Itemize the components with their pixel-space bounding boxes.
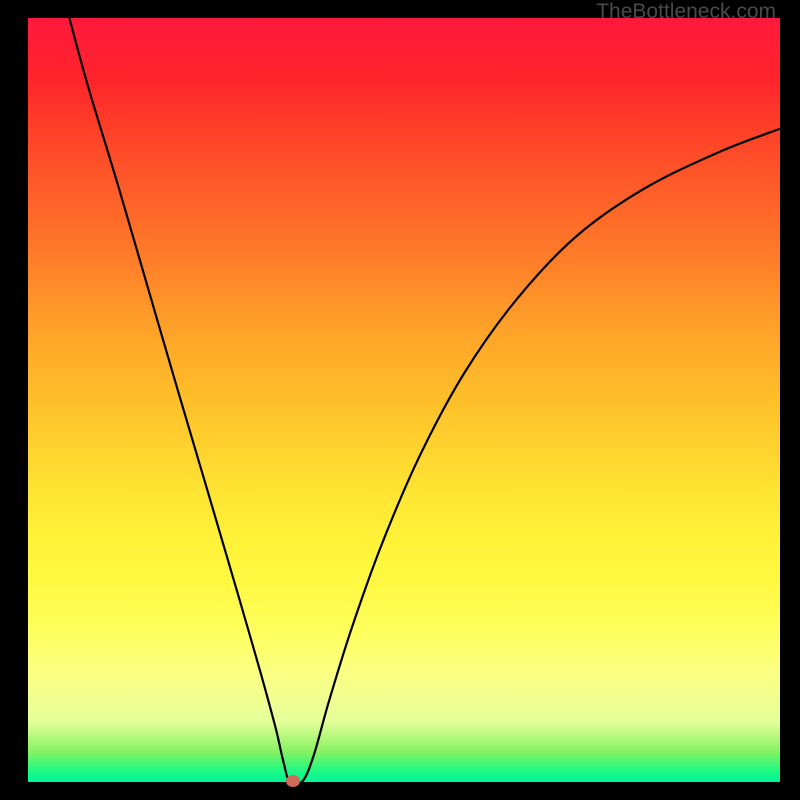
chart-frame: TheBottleneck.com: [0, 0, 800, 800]
plot-area: [28, 18, 780, 782]
bottleneck-curve: [28, 18, 780, 782]
watermark-text: TheBottleneck.com: [596, 0, 776, 24]
optimal-marker: [286, 775, 300, 787]
